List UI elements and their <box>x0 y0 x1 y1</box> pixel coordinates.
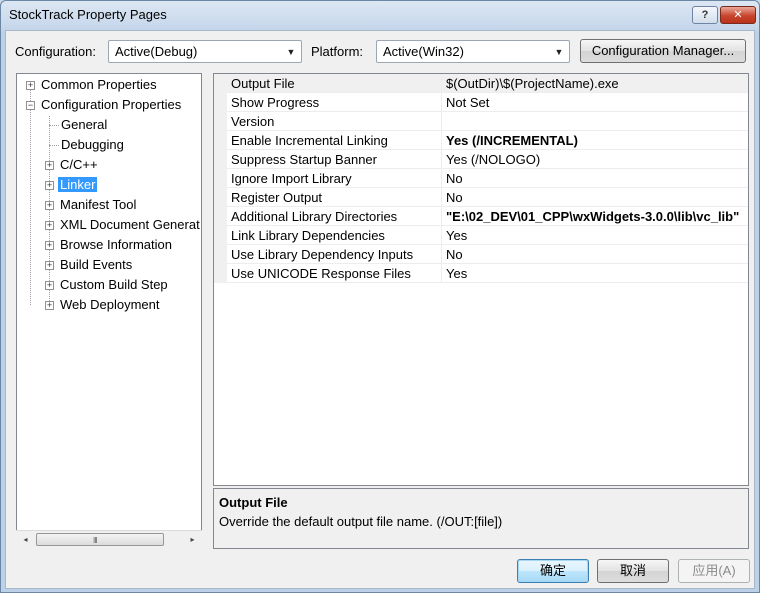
tree-connector <box>49 145 59 146</box>
tree-item-custom-build-step[interactable]: + Custom Build Step <box>45 276 170 294</box>
help-button[interactable]: ? <box>692 6 718 24</box>
expand-icon[interactable]: + <box>45 301 54 310</box>
grid-gutter <box>214 74 227 283</box>
grid-row-show-progress[interactable]: Show Progress Not Set <box>227 93 748 112</box>
tree-item-general[interactable]: General <box>59 116 109 134</box>
tree-horizontal-scrollbar[interactable]: ◂ III ▸ <box>16 530 202 547</box>
scroll-thumb[interactable]: III <box>36 533 164 546</box>
expand-icon[interactable]: + <box>45 221 54 230</box>
platform-value: Active(Win32) <box>383 44 464 59</box>
expand-icon[interactable]: + <box>45 261 54 270</box>
grid-row-use-unicode-response-files[interactable]: Use UNICODE Response Files Yes <box>227 264 748 283</box>
tree-item-manifest-tool[interactable]: + Manifest Tool <box>45 196 138 214</box>
grid-row-register-output[interactable]: Register Output No <box>227 188 748 207</box>
tree-connector <box>30 88 31 305</box>
grid-row-use-library-dependency-inputs[interactable]: Use Library Dependency Inputs No <box>227 245 748 264</box>
grid-row-link-library-dependencies[interactable]: Link Library Dependencies Yes <box>227 226 748 245</box>
property-grid[interactable]: Output File $(OutDir)\$(ProjectName).exe… <box>213 73 749 486</box>
expand-icon[interactable]: + <box>26 81 35 90</box>
configuration-value: Active(Debug) <box>115 44 198 59</box>
tree-item-xml-document-generator[interactable]: + XML Document Generat <box>45 216 201 234</box>
ok-button[interactable]: 确定 <box>517 559 589 583</box>
tree-connector <box>49 125 59 126</box>
configuration-combo[interactable]: Active(Debug) ▼ <box>108 40 302 63</box>
chevron-down-icon: ▼ <box>286 47 296 57</box>
configuration-label: Configuration: <box>15 44 96 59</box>
window-title: StockTrack Property Pages <box>9 7 167 22</box>
grid-row-output-file[interactable]: Output File $(OutDir)\$(ProjectName).exe <box>227 74 748 93</box>
expand-icon[interactable]: + <box>45 281 54 290</box>
description-text: Override the default output file name. (… <box>219 514 503 529</box>
property-tree[interactable]: + Common Properties − Configuration Proper… <box>16 73 202 547</box>
dialog-client-area: Configuration: Active(Debug) ▼ Platform:… <box>5 30 755 589</box>
description-title: Output File <box>219 495 288 510</box>
chevron-down-icon: ▼ <box>554 47 564 57</box>
expand-icon[interactable]: + <box>45 201 54 210</box>
cancel-button[interactable]: 取消 <box>597 559 669 583</box>
grid-row-additional-library-directories[interactable]: Additional Library Directories "E:\02_DE… <box>227 207 748 226</box>
title-bar[interactable]: StockTrack Property Pages ? ✕ <box>1 1 759 29</box>
tree-item-browse-information[interactable]: + Browse Information <box>45 236 174 254</box>
tree-item-configuration-properties[interactable]: − Configuration Properties <box>26 96 183 114</box>
tree-item-cpp[interactable]: + C/C++ <box>45 156 100 174</box>
property-pages-window: StockTrack Property Pages ? ✕ Configurat… <box>0 0 760 593</box>
platform-label: Platform: <box>311 44 364 59</box>
grid-row-enable-incremental-linking[interactable]: Enable Incremental Linking Yes (/INCREME… <box>227 131 748 150</box>
tree-item-web-deployment[interactable]: + Web Deployment <box>45 296 161 314</box>
scroll-left-icon[interactable]: ◂ <box>18 532 33 547</box>
description-panel: Output File Override the default output … <box>213 488 749 549</box>
grid-row-version[interactable]: Version <box>227 112 748 131</box>
grid-row-suppress-startup-banner[interactable]: Suppress Startup Banner Yes (/NOLOGO) <box>227 150 748 169</box>
grip-icon: III <box>93 536 98 545</box>
expand-icon[interactable]: + <box>45 181 54 190</box>
tree-item-linker[interactable]: + Linker <box>45 176 98 194</box>
scroll-right-icon[interactable]: ▸ <box>185 532 200 547</box>
collapse-icon[interactable]: − <box>26 101 35 110</box>
expand-icon[interactable]: + <box>45 161 54 170</box>
grid-row-ignore-import-library[interactable]: Ignore Import Library No <box>227 169 748 188</box>
apply-button[interactable]: 应用(A) <box>678 559 750 583</box>
tree-item-debugging[interactable]: Debugging <box>59 136 126 154</box>
tree-item-common-properties[interactable]: + Common Properties <box>26 76 159 94</box>
close-button[interactable]: ✕ <box>720 6 756 24</box>
expand-icon[interactable]: + <box>45 241 54 250</box>
platform-combo[interactable]: Active(Win32) ▼ <box>376 40 570 63</box>
tree-item-build-events[interactable]: + Build Events <box>45 256 134 274</box>
configuration-manager-button[interactable]: Configuration Manager... <box>580 39 746 63</box>
